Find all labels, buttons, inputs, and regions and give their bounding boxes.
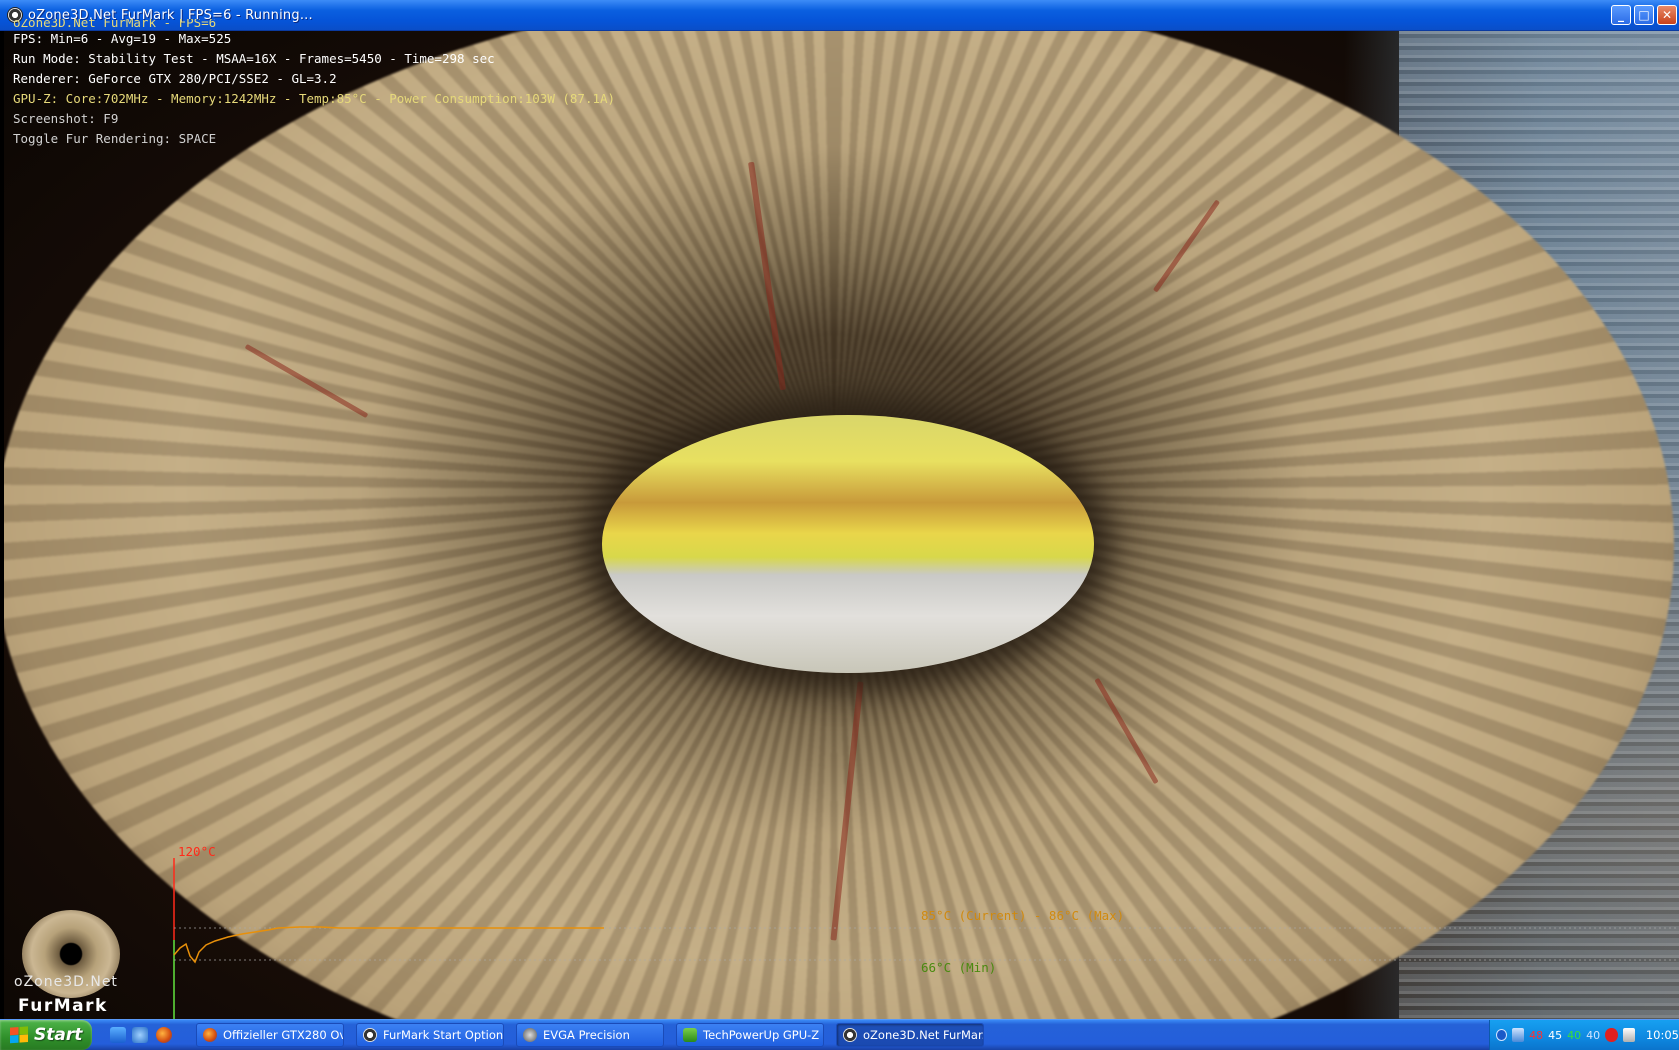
show-desktop-icon[interactable]	[110, 1027, 126, 1043]
logo-ozone3d-text: oZone3D.Net	[14, 974, 118, 990]
taskbar-item-gtx280-forum[interactable]: Offizieller GTX280 Ov...	[196, 1023, 344, 1047]
taskbar-item-label: Offizieller GTX280 Ov...	[223, 1028, 344, 1042]
taskbar-item-furmark-options[interactable]: FurMark Start Optionen	[356, 1023, 504, 1047]
antivirus-icon[interactable]	[1605, 1028, 1618, 1042]
firefox-icon	[203, 1028, 217, 1042]
tray-expand-icon[interactable]	[1496, 1029, 1507, 1041]
logo-furmark-text: FurMark	[18, 996, 108, 1016]
taskbar-item-label: oZone3D.Net FurMar...	[863, 1028, 984, 1042]
start-label: Start	[34, 1025, 83, 1045]
firefox-icon[interactable]	[156, 1027, 172, 1043]
taskbar-item-evga-precision[interactable]: EVGA Precision	[516, 1023, 664, 1047]
internet-explorer-icon[interactable]	[132, 1027, 148, 1043]
gpuz-icon	[683, 1028, 697, 1042]
furmark-icon	[843, 1028, 857, 1042]
furmark-icon	[363, 1028, 377, 1042]
taskbar-item-gpuz[interactable]: TechPowerUp GPU-Z ...	[676, 1023, 824, 1047]
tray-temp-1[interactable]: 48	[1529, 1029, 1543, 1042]
tray-temp-3[interactable]: 40	[1567, 1029, 1581, 1042]
graph-min-readout: 66°C (Min)	[921, 960, 997, 975]
temperature-graph	[173, 858, 1679, 1019]
graph-current-readout: 85°C (Current) - 86°C (Max)	[921, 908, 1125, 923]
system-tray: 48 45 40 40 10:05	[1489, 1020, 1679, 1050]
graph-max-label: 120°C	[178, 844, 216, 859]
tray-temp-4[interactable]: 40	[1586, 1029, 1600, 1042]
windows-logo-icon	[10, 1026, 28, 1044]
taskbar-item-label: TechPowerUp GPU-Z ...	[703, 1028, 824, 1042]
tray-temp-2[interactable]: 45	[1548, 1029, 1562, 1042]
network-icon[interactable]	[1511, 1028, 1525, 1042]
taskbar: Start Offizieller GTX280 Ov... FurMark S…	[0, 1019, 1679, 1050]
taskbar-item-furmark-window[interactable]: oZone3D.Net FurMar...	[836, 1023, 984, 1047]
temperature-line	[173, 926, 604, 964]
start-button[interactable]: Start	[0, 1020, 92, 1050]
taskbar-item-label: FurMark Start Optionen	[383, 1028, 504, 1042]
taskbar-item-label: EVGA Precision	[543, 1028, 630, 1042]
evga-icon	[523, 1028, 537, 1042]
taskbar-clock[interactable]: 10:05	[1646, 1028, 1679, 1042]
volume-icon[interactable]	[1622, 1028, 1635, 1042]
